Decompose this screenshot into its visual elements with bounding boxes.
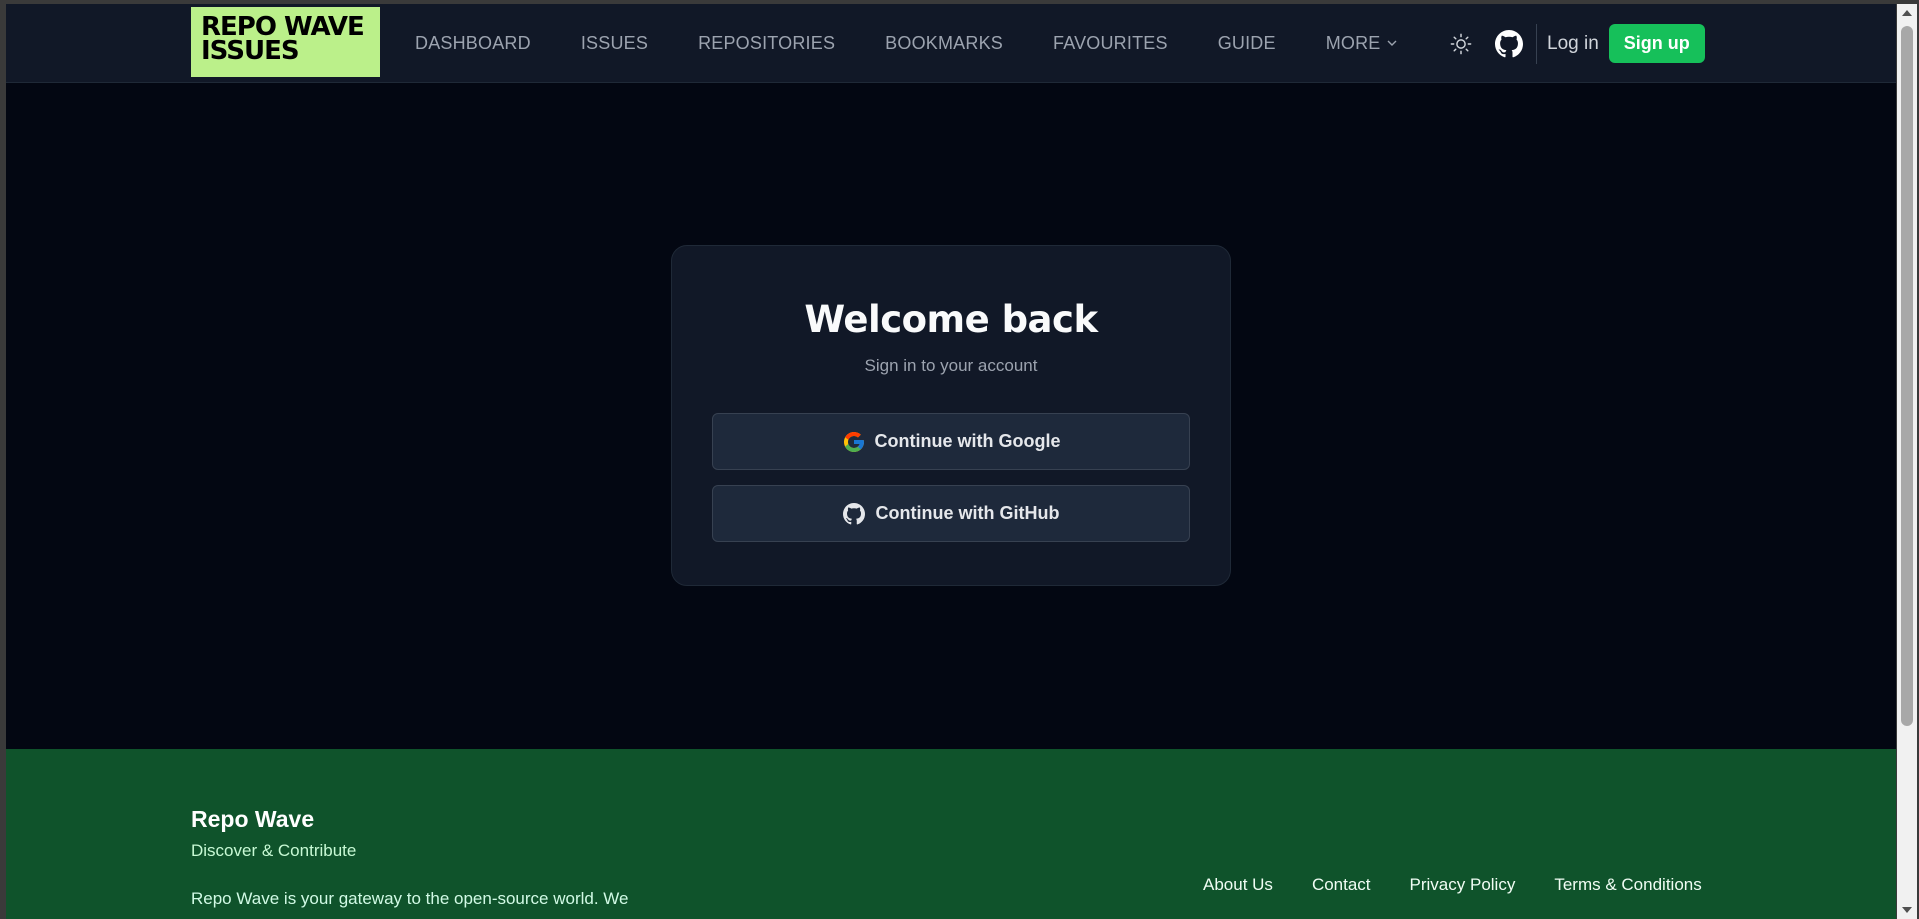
footer-brand: Repo Wave <box>191 806 315 832</box>
nav-dashboard[interactable]: DASHBOARD <box>415 33 531 54</box>
scrollbar-thumb[interactable] <box>1901 26 1913 726</box>
logo[interactable]: REPO WAVE ISSUES <box>191 7 380 77</box>
theme-toggle-button[interactable] <box>1446 29 1476 59</box>
footer-links: About Us Contact Privacy Policy Terms & … <box>1203 875 1741 895</box>
nav-guide[interactable]: GUIDE <box>1218 33 1276 54</box>
footer-link-privacy[interactable]: Privacy Policy <box>1410 875 1516 895</box>
header-actions: Log in Sign up <box>1446 4 1705 83</box>
github-icon <box>842 502 867 526</box>
footer-link-about[interactable]: About Us <box>1203 875 1273 895</box>
nav-bookmarks[interactable]: BOOKMARKS <box>885 33 1003 54</box>
github-icon <box>1495 29 1523 57</box>
login-link[interactable]: Log in <box>1547 33 1599 55</box>
continue-with-github-button[interactable]: Continue with GitHub <box>712 485 1190 542</box>
main-nav: DASHBOARD ISSUES REPOSITORIES BOOKMARKS … <box>415 4 1447 83</box>
github-link-button[interactable] <box>1494 29 1524 59</box>
page-viewport: REPO WAVE ISSUES DASHBOARD ISSUES REPOSI… <box>6 4 1896 919</box>
scroll-down-arrow-icon[interactable] <box>1902 907 1912 913</box>
top-navbar: REPO WAVE ISSUES DASHBOARD ISSUES REPOSI… <box>6 4 1896 83</box>
footer-tagline: Discover & Contribute <box>191 841 357 860</box>
footer-link-contact[interactable]: Contact <box>1312 875 1371 895</box>
logo-line-2: ISSUES <box>201 36 300 66</box>
header-divider <box>1536 23 1537 64</box>
google-icon <box>842 430 866 454</box>
sign-in-card: Welcome back Sign in to your account Con… <box>671 245 1231 586</box>
page-scrollbar[interactable] <box>1897 4 1917 919</box>
nav-issues[interactable]: ISSUES <box>581 33 648 54</box>
chevron-down-icon <box>1387 40 1397 46</box>
footer-description: Repo Wave is your gateway to the open-so… <box>191 889 629 908</box>
nav-favourites[interactable]: FAVOURITES <box>1053 33 1168 54</box>
continue-with-google-button[interactable]: Continue with Google <box>712 413 1190 470</box>
signup-button[interactable]: Sign up <box>1608 24 1705 63</box>
card-subtitle: Sign in to your account <box>864 356 1038 375</box>
nav-repositories[interactable]: REPOSITORIES <box>698 33 835 54</box>
sun-icon <box>1450 33 1472 54</box>
scroll-up-arrow-icon[interactable] <box>1902 10 1912 16</box>
google-button-label: Continue with Google <box>874 431 1061 451</box>
footer-link-terms[interactable]: Terms & Conditions <box>1554 875 1701 895</box>
site-footer: Repo Wave Discover & Contribute Repo Wav… <box>6 749 1896 919</box>
card-title: Welcome back <box>804 298 1098 341</box>
nav-more-label: MORE <box>1325 33 1381 53</box>
nav-more-dropdown[interactable]: MORE <box>1326 33 1397 54</box>
github-button-label: Continue with GitHub <box>875 503 1060 523</box>
